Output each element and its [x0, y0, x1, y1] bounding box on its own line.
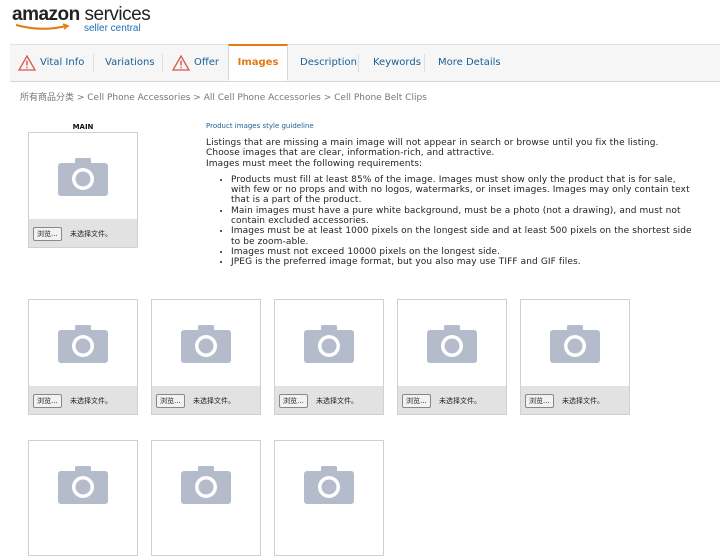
upload-bar: 浏览... 未选择文件。 [152, 386, 260, 414]
no-file-label: 未选择文件。 [562, 397, 604, 405]
no-file-label: 未选择文件。 [316, 397, 358, 405]
camera-icon [427, 325, 477, 363]
camera-icon [304, 466, 354, 504]
image-slot: 浏览... 未选择文件。 [274, 299, 384, 415]
brand-name-bold: amazon [12, 4, 80, 25]
upload-bar: 浏览... 未选择文件。 [275, 386, 383, 414]
requirements-intro: Images must meet the following requireme… [206, 158, 423, 169]
requirements-intro: Choose images that are clear, informatio… [206, 148, 495, 159]
no-file-label: 未选择文件。 [70, 230, 112, 238]
browse-button[interactable]: 浏览... [33, 227, 62, 241]
tab-label: Description [300, 57, 357, 68]
listing-tabs: Vital Info Variations Offer Images Descr… [10, 44, 720, 82]
browse-button[interactable]: 浏览... [525, 394, 554, 408]
amazon-services-logo[interactable]: amazon services seller central [12, 4, 151, 34]
no-file-label: 未选择文件。 [439, 397, 481, 405]
image-slot: 浏览... 未选择文件。 [28, 299, 138, 415]
tab-description[interactable]: Description [300, 45, 360, 81]
camera-icon [181, 466, 231, 504]
main-image-slot: 浏览... 未选择文件。 [28, 132, 138, 248]
image-slot [151, 440, 261, 556]
warning-icon [18, 55, 36, 71]
tab-label: Offer [194, 57, 220, 68]
no-file-label: 未选择文件。 [193, 397, 235, 405]
upload-bar: 浏览... 未选择文件。 [29, 386, 137, 414]
tab-keywords[interactable]: Keywords [373, 45, 423, 81]
tab-divider [93, 54, 94, 72]
requirements-intro: Listings that are missing a main image w… [206, 138, 659, 148]
camera-icon [304, 325, 354, 363]
camera-icon [550, 325, 600, 363]
requirement-item: Main images must have a pure white backg… [231, 206, 696, 227]
tab-offer[interactable]: Offer [172, 45, 228, 81]
breadcrumb[interactable]: 所有商品分类 > Cell Phone Accessories > All Ce… [20, 90, 427, 103]
no-file-label: 未选择文件。 [70, 397, 112, 405]
tab-variations[interactable]: Variations [105, 45, 165, 81]
tab-label: More Details [438, 57, 501, 68]
camera-icon [58, 158, 108, 196]
image-slot: 浏览... 未选择文件。 [151, 299, 261, 415]
tab-vital-info[interactable]: Vital Info [18, 45, 92, 81]
tab-divider [358, 54, 359, 72]
camera-icon [58, 325, 108, 363]
style-guideline-link[interactable]: Product images style guideline [206, 122, 314, 130]
warning-icon [172, 55, 190, 71]
upload-bar: 浏览... 未选择文件。 [521, 386, 629, 414]
camera-icon [181, 325, 231, 363]
image-slot [274, 440, 384, 556]
browse-button[interactable]: 浏览... [156, 394, 185, 408]
requirements-list: Products must fill at least 85% of the i… [206, 175, 696, 268]
image-requirements: Listings that are missing a main image w… [206, 138, 696, 268]
tab-divider [424, 54, 425, 72]
tab-label: Images [237, 57, 279, 68]
brand-name-rest: services [79, 4, 151, 25]
tab-more-details[interactable]: More Details [438, 45, 508, 81]
upload-bar: 浏览... 未选择文件。 [29, 219, 137, 247]
tab-label: Vital Info [40, 57, 85, 68]
image-slot: 浏览... 未选择文件。 [520, 299, 630, 415]
camera-icon [58, 466, 108, 504]
brand-subtitle: seller central [84, 23, 141, 34]
tab-images[interactable]: Images [228, 44, 288, 81]
amazon-smile-icon [15, 23, 70, 30]
upload-bar: 浏览... 未选择文件。 [398, 386, 506, 414]
requirement-item: Products must fill at least 85% of the i… [231, 175, 696, 206]
browse-button[interactable]: 浏览... [279, 394, 308, 408]
requirement-item: JPEG is the preferred image format, but … [231, 257, 696, 267]
image-slot: 浏览... 未选择文件。 [397, 299, 507, 415]
tab-label: Variations [105, 57, 155, 68]
requirement-item: Images must be at least 1000 pixels on t… [231, 226, 696, 247]
browse-button[interactable]: 浏览... [33, 394, 62, 408]
tab-label: Keywords [373, 57, 421, 68]
browse-button[interactable]: 浏览... [402, 394, 431, 408]
image-slot [28, 440, 138, 556]
tab-divider [162, 54, 163, 72]
main-image-label: MAIN [72, 123, 94, 131]
requirement-item: Images must not exceed 10000 pixels on t… [231, 247, 696, 257]
